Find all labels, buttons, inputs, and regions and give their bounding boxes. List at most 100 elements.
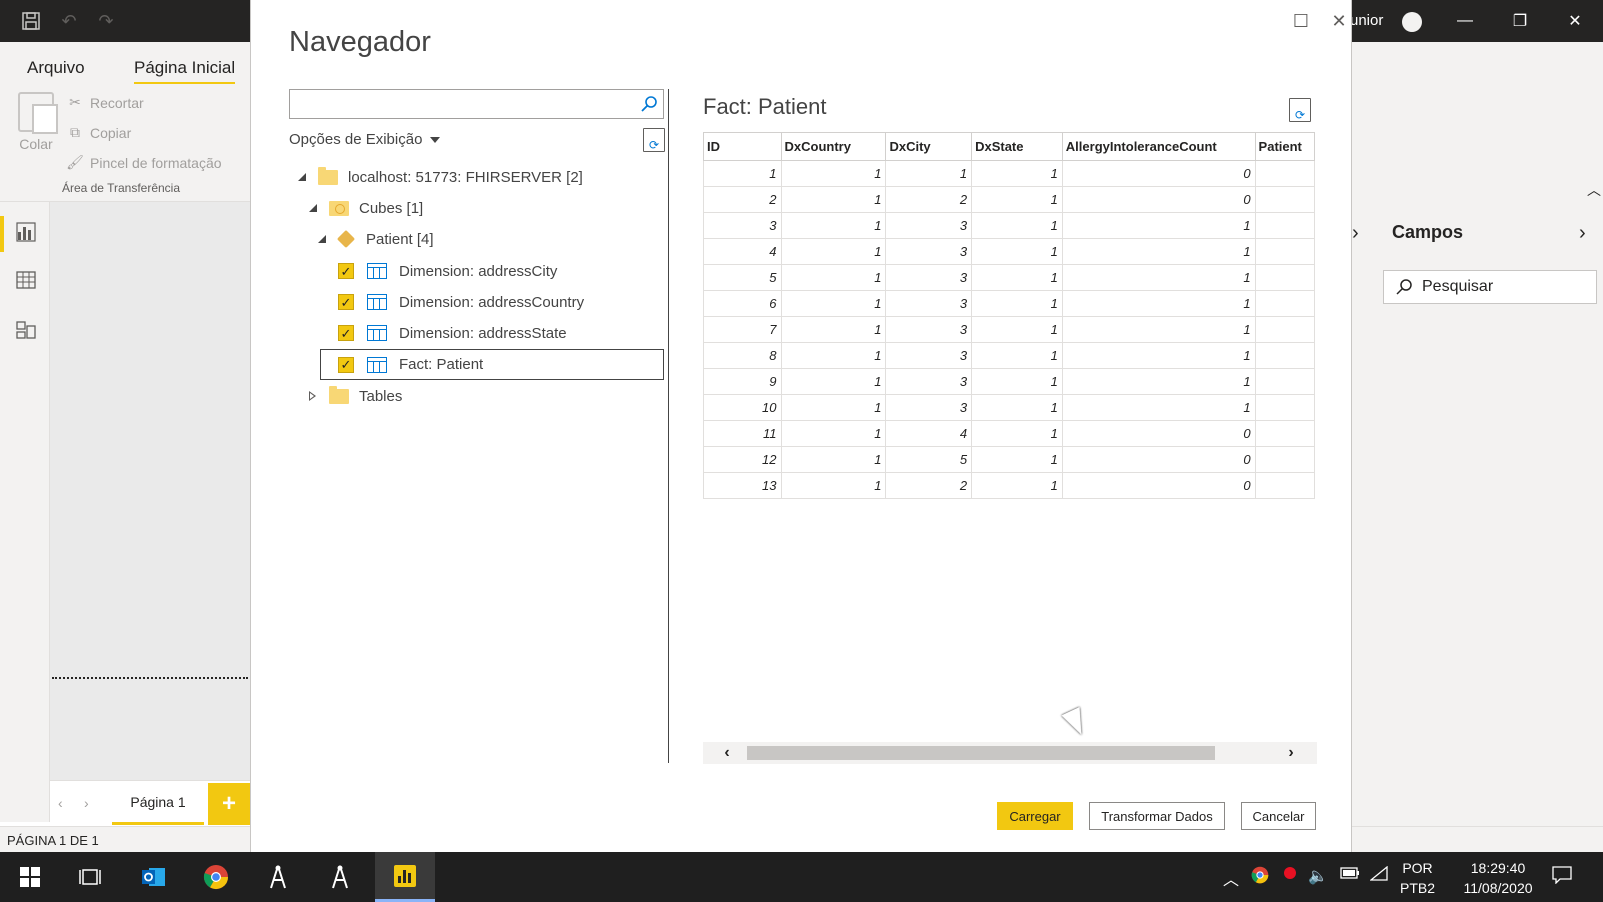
expanded-icon[interactable] <box>298 173 306 181</box>
table-cell <box>1254 264 1315 291</box>
cut-button[interactable]: ✂ Recortar <box>66 94 144 111</box>
expanded-icon[interactable] <box>318 235 326 243</box>
tree-cubes-folder[interactable]: Cubes [1] <box>309 193 423 223</box>
save-icon[interactable] <box>20 10 42 32</box>
table-cell: 0 <box>1061 446 1256 473</box>
checkbox-checked-icon[interactable]: ✓ <box>338 294 354 310</box>
collapsed-icon[interactable] <box>309 391 317 401</box>
column-header[interactable]: AllergyIntoleranceCount <box>1061 132 1256 161</box>
maximize-icon[interactable]: ☐ <box>1288 8 1314 34</box>
navigator-search-input[interactable] <box>290 90 630 118</box>
column-header[interactable]: DxState <box>971 132 1063 161</box>
scroll-right-icon[interactable]: › <box>1281 743 1301 763</box>
copy-label: Copiar <box>90 124 132 141</box>
load-button[interactable]: Carregar <box>997 802 1073 830</box>
show-hidden-icons-icon[interactable]: ︿ <box>1223 866 1239 890</box>
table-cell: 1 <box>971 212 1063 239</box>
filters-expand-icon[interactable]: › <box>1352 222 1359 245</box>
page-tab-1[interactable]: Página 1 <box>112 781 204 825</box>
checkbox-checked-icon[interactable]: ✓ <box>338 263 354 279</box>
table-row: 11110 <box>703 160 1315 187</box>
folder-icon <box>318 166 338 185</box>
checkbox-checked-icon[interactable]: ✓ <box>338 325 354 341</box>
tree-label: Cubes [1] <box>359 199 424 217</box>
copy-button[interactable]: ⧉ Copiar <box>66 124 131 141</box>
column-header[interactable]: Patient <box>1254 132 1315 161</box>
user-avatar[interactable] <box>1402 12 1422 32</box>
scrollbar-thumb[interactable] <box>747 746 1215 760</box>
column-header[interactable]: ID <box>703 132 782 161</box>
add-page-button[interactable]: + <box>208 783 250 825</box>
tree-label: Tables <box>359 387 403 405</box>
refresh-icon[interactable]: ⟳ <box>643 128 665 152</box>
chrome-icon[interactable] <box>186 852 246 902</box>
battery-icon[interactable] <box>1340 866 1360 884</box>
chrome-tray-icon[interactable] <box>1251 866 1269 889</box>
format-painter-button[interactable]: 🖌 Pincel de formatação <box>66 154 221 171</box>
tab-file[interactable]: Arquivo <box>27 58 85 78</box>
table-cell <box>1254 316 1315 343</box>
display-options-dropdown[interactable]: Opções de Exibição <box>289 131 441 148</box>
undo-icon[interactable]: ↶ <box>58 10 80 32</box>
pane-divider[interactable] <box>668 89 669 763</box>
data-view-icon[interactable] <box>14 268 38 292</box>
powerbi-icon[interactable] <box>375 852 435 902</box>
outlook-icon[interactable] <box>124 852 184 902</box>
paste-button[interactable]: Colar <box>16 92 58 162</box>
task-view-icon[interactable] <box>60 852 120 902</box>
fields-collapse-icon[interactable]: › <box>1579 222 1586 245</box>
tree-patient-cube[interactable]: Patient [4] <box>318 224 434 254</box>
table-cell: 0 <box>1061 472 1256 499</box>
tab-home[interactable]: Página Inicial <box>134 58 236 85</box>
record-tray-icon[interactable] <box>1283 866 1297 885</box>
horizontal-scrollbar[interactable]: ‹ › <box>703 742 1317 764</box>
input-language[interactable]: POR PTB2 <box>1400 858 1435 898</box>
volume-icon[interactable]: 🔈 <box>1308 866 1328 886</box>
fields-search[interactable]: Pesquisar <box>1383 270 1597 304</box>
tree-dimension-addresscity[interactable]: ✓ Dimension: addressCity <box>338 256 557 286</box>
table-cell: 12 <box>703 446 782 473</box>
preview-refresh-icon[interactable]: ⟳ <box>1289 98 1311 122</box>
compass-app-icon-2[interactable] <box>310 852 370 902</box>
column-header[interactable]: DxCountry <box>780 132 887 161</box>
clock-time: 18:29:40 <box>1470 860 1526 876</box>
ribbon-collapse-icon[interactable]: ︿ <box>1587 180 1601 200</box>
active-view-indicator <box>0 216 4 252</box>
windows-start-icon[interactable] <box>0 852 60 902</box>
tree-dimension-addressstate[interactable]: ✓ Dimension: addressState <box>338 318 567 348</box>
notifications-icon[interactable] <box>1552 866 1572 889</box>
preview-title: Fact: Patient <box>703 94 827 119</box>
dialog-close-icon[interactable]: ✕ <box>1326 8 1352 34</box>
wifi-icon[interactable] <box>1369 865 1388 887</box>
model-view-icon[interactable] <box>14 318 38 342</box>
tree-tables-folder[interactable]: Tables <box>309 381 402 411</box>
compass-app-icon[interactable] <box>248 852 308 902</box>
checkbox-checked-icon[interactable]: ✓ <box>338 356 354 373</box>
preview-grid: ID DxCountry DxCity DxState AllergyIntol… <box>703 132 1315 502</box>
clock-date: 11/08/2020 <box>1463 880 1533 896</box>
table-cell: 1 <box>971 264 1063 291</box>
system-clock[interactable]: 18:29:40 11/08/2020 <box>1458 858 1538 898</box>
scroll-left-icon[interactable]: ‹ <box>717 743 737 763</box>
restore-icon[interactable]: ❐ <box>1505 8 1535 34</box>
table-cell: 5 <box>885 446 973 473</box>
cancel-button[interactable]: Cancelar <box>1241 802 1316 830</box>
column-header[interactable]: DxCity <box>885 132 973 161</box>
table-cell: 1 <box>885 160 973 187</box>
search-icon[interactable] <box>639 94 659 114</box>
table-cell <box>1254 212 1315 239</box>
expanded-icon[interactable] <box>309 204 317 212</box>
table-cell <box>1254 238 1315 265</box>
prev-page-icon[interactable]: ‹ <box>58 795 63 811</box>
next-page-icon[interactable]: › <box>84 795 89 811</box>
tree-dimension-addresscountry[interactable]: ✓ Dimension: addressCountry <box>338 287 584 317</box>
transform-data-button[interactable]: Transformar Dados <box>1089 802 1225 830</box>
minimize-icon[interactable]: — <box>1450 8 1480 34</box>
tree-server[interactable]: localhost: 51773: FHIRSERVER [2] <box>298 162 583 192</box>
report-view-icon[interactable] <box>14 220 38 244</box>
tree-fact-patient[interactable]: ✓ Fact: Patient <box>320 349 664 380</box>
report-canvas[interactable] <box>50 202 250 787</box>
redo-icon[interactable]: ↷ <box>95 10 117 32</box>
table-cell: 1 <box>1061 368 1256 395</box>
close-icon[interactable]: ✕ <box>1560 8 1590 34</box>
